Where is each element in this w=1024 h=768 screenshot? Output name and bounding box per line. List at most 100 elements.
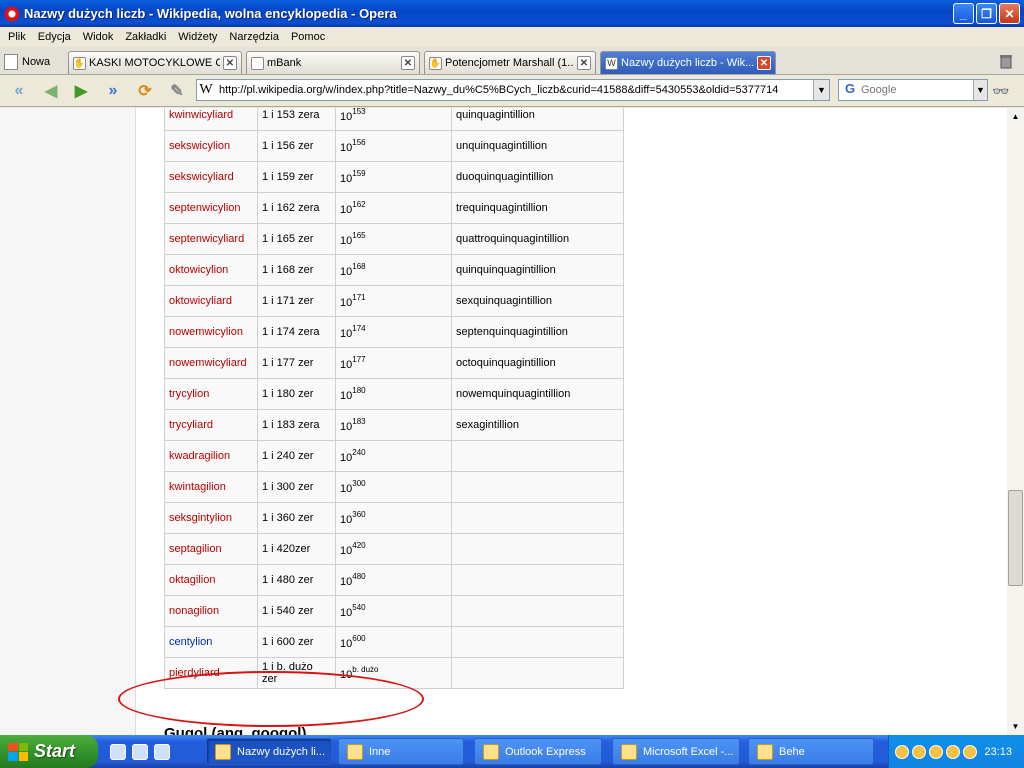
number-name-link[interactable]: oktagilion — [169, 574, 215, 586]
number-name-link[interactable]: kwadragilion — [169, 450, 230, 462]
power-cell: 10360 — [335, 502, 452, 534]
page-icon — [251, 56, 264, 70]
power-base: 10 — [340, 390, 353, 402]
power-exponent: 300 — [352, 479, 366, 488]
number-name-link[interactable]: oktowicylion — [169, 264, 228, 276]
english-name-cell — [451, 564, 624, 596]
number-name-link[interactable]: trycyliard — [169, 419, 213, 431]
new-tab-button[interactable]: Nowa — [4, 51, 50, 73]
edit-icon[interactable]: ✎ — [166, 80, 188, 102]
menu-widzety[interactable]: Widżety — [172, 31, 223, 43]
power-base: 10 — [340, 142, 353, 154]
power-exponent: 183 — [352, 417, 366, 426]
power-base: 10 — [340, 607, 353, 619]
close-button[interactable]: ✕ — [999, 3, 1020, 24]
minimize-button[interactable]: _ — [953, 3, 974, 24]
menu-pomoc[interactable]: Pomoc — [285, 31, 331, 43]
chevron-down-icon[interactable]: ▼ — [973, 80, 987, 100]
fast-forward-icon[interactable]: » — [102, 80, 124, 102]
menu-widok[interactable]: Widok — [77, 31, 120, 43]
menu-zakladki[interactable]: Zakładki — [119, 31, 172, 43]
name-cell: trycylion — [164, 378, 258, 410]
forward-icon[interactable]: ▶ — [70, 80, 92, 102]
number-name-link[interactable]: nowemwicylion — [169, 326, 243, 338]
search-input[interactable] — [861, 84, 973, 96]
opera-icon[interactable] — [4, 5, 20, 22]
number-name-link[interactable]: septenwicylion — [169, 202, 241, 214]
power-cell: 10165 — [335, 223, 452, 255]
tab-close-icon[interactable]: ✕ — [401, 56, 415, 70]
explorer-icon[interactable] — [132, 743, 148, 760]
tray-arrow-icon[interactable] — [895, 744, 909, 759]
table-row: kwinwicyliard 1 i 153 zera 10153 quinquagin… — [164, 108, 624, 131]
back-icon[interactable]: ◀ — [40, 80, 62, 102]
number-name-link[interactable]: septenwicyliard — [169, 233, 244, 245]
tray-app-icon[interactable] — [946, 744, 960, 759]
taskbar-item-inne[interactable]: Inne — [338, 738, 464, 765]
power-base: 10 — [340, 638, 353, 650]
chevron-down-icon[interactable]: ▼ — [813, 80, 829, 100]
number-name-link[interactable]: centylion — [169, 636, 212, 648]
menu-edycja[interactable]: Edycja — [32, 31, 77, 43]
url-text[interactable]: http://pl.wikipedia.org/w/index.php?titl… — [215, 84, 813, 96]
number-name-link[interactable]: kwintagilion — [169, 481, 226, 493]
address-field[interactable]: W http://pl.wikipedia.org/w/index.php?ti… — [196, 79, 830, 101]
tab-mbank[interactable]: mBank ✕ — [246, 51, 420, 74]
scroll-thumb[interactable] — [1008, 490, 1023, 586]
restore-button[interactable]: ❐ — [976, 3, 997, 24]
rewind-icon[interactable]: « — [8, 80, 30, 102]
tray-app-icon[interactable] — [912, 744, 926, 759]
number-name-link[interactable]: seksgintylion — [169, 512, 232, 524]
menu-narzedzia[interactable]: Narzędzia — [223, 31, 285, 43]
english-name-cell: quinquagintillion — [451, 108, 624, 131]
number-name-link[interactable]: septagilion — [169, 543, 222, 555]
taskbar-item-outlook[interactable]: Outlook Express — [474, 738, 602, 765]
tray-icons — [895, 744, 977, 759]
tab-close-icon[interactable]: ✕ — [577, 56, 591, 70]
english-name-cell: unquinquagintillion — [451, 130, 624, 162]
scroll-down-icon[interactable]: ▼ — [1007, 718, 1024, 735]
desktop-icon[interactable] — [110, 743, 126, 760]
number-name-link[interactable]: pierdyliard — [169, 667, 220, 679]
large-numbers-table: kwinwicyliard 1 i 153 zera 10153 quinquagin… — [164, 108, 624, 689]
table-row: kwintagilion 1 i 300 zer 10300 — [164, 471, 624, 503]
tab-nazwy-duzych-liczb[interactable]: W Nazwy dużych liczb - Wik... ✕ — [600, 51, 776, 74]
number-name-link[interactable]: kwinwicyliard — [169, 109, 233, 121]
taskbar-item-opera[interactable]: Nazwy dużych li... — [206, 738, 332, 765]
reload-icon[interactable]: ⟳ — [134, 80, 156, 102]
number-name-link[interactable]: trycylion — [169, 388, 209, 400]
english-name-cell — [451, 657, 624, 689]
tray-app-icon[interactable] — [929, 744, 943, 759]
trash-icon[interactable] — [998, 53, 1014, 69]
opera-quick-icon[interactable] — [154, 743, 170, 760]
number-name-link[interactable]: sekswicylion — [169, 140, 230, 152]
tray-app-icon[interactable] — [963, 744, 977, 759]
tab-bar: Nowa ✋ KASKI MOTOCYKLOWE C... ✕ mBank ✕ … — [0, 47, 1024, 75]
number-name-link[interactable]: oktowicyliard — [169, 295, 232, 307]
menu-plik[interactable]: Plik — [2, 31, 32, 43]
taskbar-item-excel[interactable]: Microsoft Excel -... — [612, 738, 740, 765]
tab-close-icon[interactable]: ✕ — [223, 56, 237, 70]
tab-potencjometr[interactable]: ✋ Potencjometr Marshall (1... ✕ — [424, 51, 596, 74]
tab-close-icon[interactable]: ✕ — [757, 56, 771, 70]
opera-icon — [215, 743, 231, 760]
vertical-scrollbar[interactable]: ▲ ▼ — [1007, 108, 1024, 735]
new-tab-label: Nowa — [22, 56, 51, 68]
new-tab-icon — [4, 54, 18, 70]
power-base: 10 — [340, 297, 353, 309]
tab-kaski[interactable]: ✋ KASKI MOTOCYKLOWE C... ✕ — [68, 51, 242, 74]
power-base: 10 — [340, 669, 353, 681]
power-cell: 10b. dużo — [335, 657, 452, 689]
power-cell: 10159 — [335, 161, 452, 193]
google-icon[interactable]: G — [841, 81, 859, 99]
search-field[interactable]: G ▼ — [838, 79, 988, 101]
taskbar-item-behe[interactable]: Behe — [748, 738, 874, 765]
glasses-icon[interactable]: 👓 — [992, 83, 1009, 100]
power-exponent: 600 — [352, 634, 366, 643]
scroll-up-icon[interactable]: ▲ — [1007, 108, 1024, 125]
number-name-link[interactable]: sekswicyliard — [169, 171, 234, 183]
start-button[interactable]: Start — [0, 735, 98, 768]
number-name-link[interactable]: nonagilion — [169, 605, 219, 617]
number-name-link[interactable]: nowemwicyliard — [169, 357, 247, 369]
power-cell: 10540 — [335, 595, 452, 627]
